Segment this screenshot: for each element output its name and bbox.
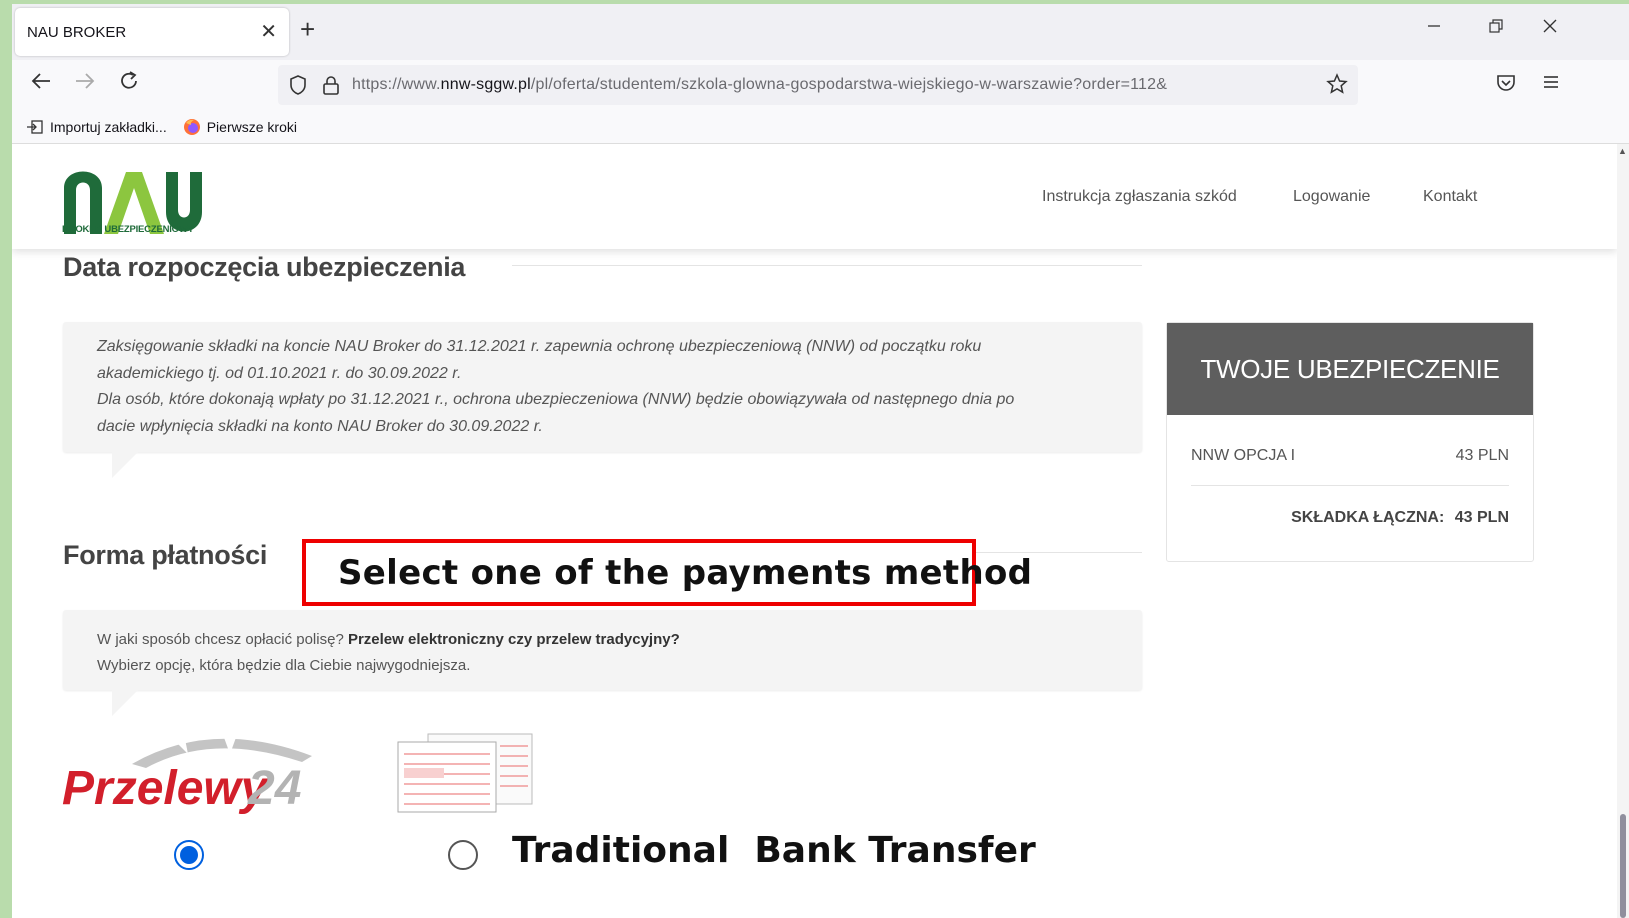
info-box-tail	[112, 452, 138, 478]
przelewy24-logo[interactable]: Przelewy 24	[62, 724, 320, 820]
tab-active[interactable]: NAU BROKER ✕	[15, 8, 289, 56]
radio-przelewy24[interactable]	[174, 840, 204, 870]
payment-question-bold: Przelew elektroniczny czy przelew tradyc…	[347, 631, 680, 648]
minimize-icon[interactable]	[1426, 18, 1442, 38]
p24-logo-text: Przelewy	[62, 762, 270, 815]
scroll-up-icon[interactable]: ▲	[1618, 146, 1627, 156]
summary-title: TWOJE UBEZPIECZENIE	[1167, 323, 1533, 415]
page-content: BROKER UBEZPIECZENIOWY Instrukcja zgłasz…	[12, 144, 1617, 918]
info-box-tail	[112, 690, 138, 716]
pocket-icon[interactable]	[1496, 73, 1516, 97]
info-line: Dla osób, które dokonają wpłaty po 31.12…	[97, 391, 1015, 408]
firefox-icon	[183, 118, 200, 135]
summary-total-row: SKŁADKA ŁĄCZNA: 43 PLN	[1191, 509, 1509, 527]
start-date-title: Data rozpoczęcia ubezpieczenia	[63, 252, 466, 282]
info-line: Zaksięgowanie składki na koncie NAU Brok…	[97, 338, 982, 355]
menu-hamburger-icon[interactable]	[1542, 73, 1560, 95]
summary-item-value: 43 PLN	[1455, 447, 1509, 464]
close-window-icon[interactable]	[1542, 18, 1558, 38]
tab-close-icon[interactable]: ✕	[260, 22, 277, 42]
insurance-summary-card: TWOJE UBEZPIECZENIE NNW OPCJA I 43 PLN S…	[1166, 322, 1534, 562]
new-tab-button[interactable]: +	[300, 16, 315, 42]
payment-method-title: Forma płatności	[63, 540, 268, 570]
url-prefix: https://www.	[352, 76, 441, 93]
lock-icon[interactable]	[322, 74, 340, 96]
radio-traditional-transfer[interactable]	[448, 840, 478, 870]
site-header: BROKER UBEZPIECZENIOWY Instrukcja zgłasz…	[12, 144, 1617, 249]
bookmark-label: Importuj zakładki...	[50, 118, 167, 135]
tab-title: NAU BROKER	[27, 23, 127, 41]
summary-total-value: 43 PLN	[1454, 509, 1509, 526]
start-date-info-box: Zaksięgowanie składki na koncie NAU Brok…	[63, 322, 1142, 452]
menu-claims-instructions[interactable]: Instrukcja zgłaszania szkód	[1042, 188, 1237, 206]
url-host: nnw-sggw.pl	[440, 76, 531, 93]
summary-item-row: NNW OPCJA I 43 PLN	[1191, 447, 1509, 465]
payment-question-plain: W jaki sposób chcesz opłacić polisę?	[97, 631, 348, 648]
bookmark-import[interactable]: Importuj zakładki...	[26, 119, 167, 135]
scrollbar-thumb[interactable]	[1620, 814, 1626, 918]
bookmark-label: Pierwsze kroki	[206, 118, 297, 135]
reload-icon[interactable]	[118, 70, 140, 97]
forward-icon[interactable]	[74, 70, 96, 97]
payment-info-box: W jaki sposób chcesz opłacić polisę? Prz…	[63, 610, 1142, 690]
menu-login[interactable]: Logowanie	[1293, 188, 1370, 206]
address-bar[interactable]: https://www.nnw-sggw.pl/pl/oferta/studen…	[278, 65, 1358, 105]
bookmark-star-icon[interactable]	[1326, 73, 1348, 99]
divider	[1191, 485, 1509, 486]
back-icon[interactable]	[30, 70, 52, 97]
navigation-toolbar: https://www.nnw-sggw.pl/pl/oferta/studen…	[12, 60, 1629, 110]
payment-hint: Wybierz opcję, która będzie dla Ciebie n…	[97, 657, 471, 674]
annotation-callout: Select one of the payments method	[302, 539, 1032, 606]
transfer-form-image[interactable]	[396, 732, 534, 814]
logo-subtitle: BROKER UBEZPIECZENIOWY	[62, 224, 194, 235]
info-line: akademickiego tj. od 01.10.2021 r. do 30…	[97, 364, 462, 382]
url-text: https://www.nnw-sggw.pl/pl/oferta/studen…	[352, 76, 1167, 94]
bookmarks-bar: Importuj zakładki... Pierwsze kroki	[12, 110, 1629, 144]
payment-question: W jaki sposób chcesz opłacić polisę? Prz…	[97, 627, 680, 653]
browser-window: NAU BROKER ✕ + https://www.nnw-sggw.pl/p…	[12, 4, 1629, 918]
menu-contact[interactable]: Kontakt	[1423, 188, 1477, 206]
tab-bar: NAU BROKER ✕ +	[12, 4, 1629, 60]
summary-total-label: SKŁADKA ŁĄCZNA:	[1291, 509, 1445, 526]
traditional-transfer-annotation: Traditional Bank Transfer	[512, 830, 1036, 871]
summary-item-label: NNW OPCJA I	[1191, 447, 1296, 464]
restore-icon[interactable]	[1488, 18, 1504, 38]
page-scrollbar[interactable]: ▲	[1617, 144, 1629, 918]
bookmark-getting-started[interactable]: Pierwsze kroki	[183, 118, 297, 136]
divider	[512, 265, 1142, 266]
shield-icon[interactable]	[288, 74, 308, 96]
info-line: dacie wpłynięcia składki na konto NAU Br…	[97, 417, 543, 435]
url-path: /pl/oferta/studentem/szkola-glowna-gospo…	[530, 76, 1168, 93]
p24-logo-number: 24	[247, 762, 301, 815]
import-icon	[27, 119, 43, 134]
